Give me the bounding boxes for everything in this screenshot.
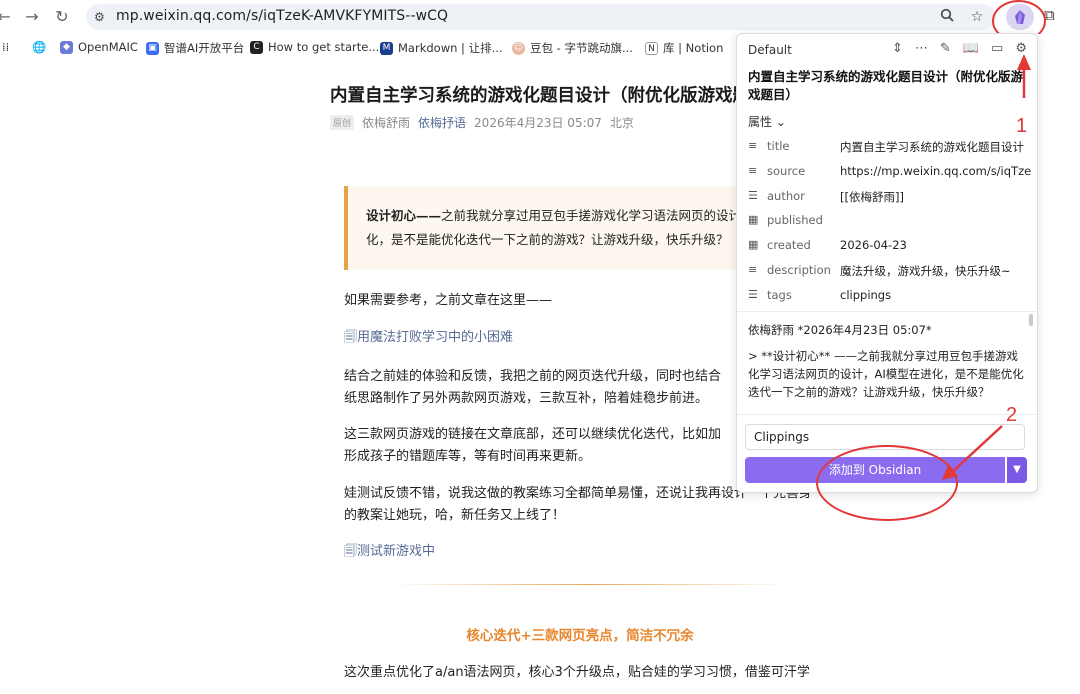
embed-icon[interactable]: ▭ — [991, 41, 1003, 56]
bookmark-label: 库 | Notion — [663, 41, 724, 55]
content-line: 依梅舒雨 *2026年4月23日 05:07* — [748, 323, 932, 337]
original-badge: 原创 — [330, 115, 355, 130]
content-line: > **设计初心** ——之前我就分享过用豆包手搓游戏化学习语法网页的设计，AI… — [748, 349, 1024, 399]
property-key: title — [767, 139, 790, 153]
openmaic-icon: ◆ — [60, 40, 73, 54]
publish-date: 2026年4月23日 05:07 — [474, 116, 602, 130]
address-bar[interactable]: ⚙ mp.weixin.qq.com/s/iqTzeK-AMVKFYMITS--… — [86, 4, 996, 30]
bookmark-label: OpenMAIC — [78, 40, 138, 54]
bookmark-doubao[interactable]: ☺ 豆包 - 字节跳动旗... — [512, 40, 633, 56]
location: 北京 — [609, 116, 634, 130]
property-value[interactable]: clippings — [840, 288, 1032, 302]
annotation-label-1: 1 — [1016, 115, 1028, 137]
section-heading: 核心迭代+三款网页亮点，简洁不冗余 — [466, 628, 694, 644]
template-switch-icon[interactable]: ⇕ — [892, 41, 903, 56]
property-value[interactable]: 魔法升级，游戏升级，快乐升级~ — [840, 263, 1032, 279]
globe-icon[interactable]: 🌐 — [32, 40, 46, 54]
bookmark-star-icon[interactable]: ☆ — [968, 8, 986, 26]
property-key: created — [767, 238, 811, 252]
bookmark-label: Markdown | 让排... — [398, 41, 503, 55]
divider — [737, 311, 1037, 312]
text-lines-icon: ≡ — [748, 164, 758, 177]
paragraph-line: 的教案让她玩，哈，新任务又上线了！ — [344, 508, 566, 523]
note-content[interactable]: 依梅舒雨 *2026年4月23日 05:07* > **设计初心** ——之前我… — [748, 321, 1024, 401]
reader-icon[interactable]: 📖 — [963, 41, 979, 56]
add-options-chevron-icon[interactable]: ▼ — [1007, 457, 1027, 483]
quote-text: 之前我就分享过用豆包手搓游戏化学习语法网页的设计， — [441, 208, 740, 223]
panel-toolbar: ⇕ ⋯ ✎ 📖 ▭ ⚙ — [892, 41, 1027, 56]
property-row-source[interactable]: ≡ source https://mp.weixin.qq.com/s/iqTz… — [748, 164, 1033, 186]
markdown-icon: M — [380, 41, 393, 55]
link-text[interactable]: 测试新游戏中 — [357, 544, 435, 559]
text-lines-icon: ≡ — [748, 139, 758, 152]
property-row-created[interactable]: ▦ created 2026-04-23 — [748, 238, 1033, 260]
text-lines-icon: ≡ — [748, 263, 758, 276]
paragraph: 这次重点优化了a/an语法网页，核心3个升级点，贴合娃的学习习惯，借鉴可汗学 — [344, 665, 810, 680]
forward-arrow-icon[interactable]: → — [22, 7, 42, 27]
bookmark-openmaic[interactable]: ◆ OpenMAIC — [60, 40, 138, 54]
browser-toolbar: ← → ↻ ⚙ mp.weixin.qq.com/s/iqTzeK-AMVKFY… — [0, 0, 1080, 34]
property-value[interactable]: 2026-04-23 — [840, 238, 1032, 252]
property-value[interactable]: 内置自主学习系统的游戏化题目设计 — [840, 139, 1032, 155]
doc-link-icon: 🗐 — [344, 330, 357, 345]
c-logo-icon: C — [250, 40, 263, 54]
notion-icon: N — [645, 41, 658, 55]
intro-quote: 设计初心——之前我就分享过用豆包手搓游戏化学习语法网页的设计， 化，是不是能优化… — [344, 186, 740, 270]
annotation-circle-2 — [816, 445, 958, 521]
article-link[interactable]: 🗐测试新游戏中 — [344, 541, 824, 563]
quote-text: 化，是不是能优化迭代一下之前的游戏？让游戏升级，快乐升级？ — [366, 232, 729, 247]
site-settings-icon[interactable]: ⚙ — [94, 9, 110, 25]
property-row-published[interactable]: ▦ published — [748, 213, 1033, 235]
doc-link-icon: 🗐 — [344, 544, 357, 559]
zoom-icon[interactable] — [938, 8, 956, 26]
doubao-icon: ☺ — [512, 41, 525, 55]
calendar-icon: ▦ — [748, 213, 759, 226]
property-key: source — [767, 164, 806, 178]
account-link[interactable]: 依梅抒语 — [418, 114, 466, 131]
bookmark-how-to[interactable]: C How to get starte... — [250, 40, 379, 54]
property-row-author[interactable]: ☰ author [[依梅舒雨]] — [748, 189, 1033, 211]
more-icon[interactable]: ⋯ — [915, 41, 928, 56]
note-title[interactable]: 内置自主学习系统的游戏化题目设计（附优化版游戏题目） — [748, 68, 1028, 104]
article-title: 内置自主学习系统的游戏化题目设计（附优化版游戏题 — [330, 86, 750, 106]
settings-icon[interactable]: ⚙ — [1015, 41, 1027, 56]
section-divider — [390, 584, 790, 585]
article-meta: 原创 依梅舒雨 依梅抒语 2026年4月23日 05:07 北京 — [330, 114, 634, 131]
bookmark-zhipu[interactable]: ▣ 智谱AI开放平台 — [146, 40, 244, 56]
template-selector[interactable]: Default — [748, 43, 792, 57]
annotation-label-2: 2 — [1006, 404, 1018, 426]
property-row-tags[interactable]: ☰ tags clippings — [748, 288, 1033, 310]
property-value[interactable]: [[依梅舒雨]] — [840, 189, 1032, 205]
chevron-down-icon: ⌄ — [775, 115, 786, 129]
author-name: 依梅舒雨 — [362, 116, 411, 130]
property-value[interactable]: https://mp.weixin.qq.com/s/iqTzeK-AI — [840, 164, 1032, 178]
property-key: tags — [767, 288, 792, 302]
scrollbar[interactable] — [1029, 314, 1033, 326]
bookmark-label: 智谱AI开放平台 — [164, 41, 245, 55]
property-key: author — [767, 189, 805, 203]
back-arrow-icon[interactable]: ← — [0, 7, 14, 27]
property-key: published — [767, 213, 823, 227]
reload-icon[interactable]: ↻ — [52, 7, 72, 27]
bookmark-label: How to get starte... — [268, 40, 380, 54]
property-key: description — [767, 263, 831, 277]
property-row-title[interactable]: ≡ title 内置自主学习系统的游戏化题目设计 — [748, 139, 1033, 161]
divider — [737, 414, 1037, 415]
list-icon: ☰ — [748, 189, 758, 202]
url-text[interactable]: mp.weixin.qq.com/s/iqTzeK-AMVKFYMITS--wC… — [116, 8, 448, 24]
quote-bold: 设计初心—— — [366, 208, 442, 223]
link-text[interactable]: 用魔法打败学习中的小困难 — [357, 330, 513, 345]
properties-toggle[interactable]: 属性 ⌄ — [748, 113, 786, 130]
highlighter-icon[interactable]: ✎ — [940, 41, 951, 56]
bookmark-notion[interactable]: N 库 | Notion — [645, 40, 723, 56]
calendar-icon: ▦ — [748, 238, 759, 251]
obsidian-clipper-panel: Default ⇕ ⋯ ✎ 📖 ▭ ⚙ 内置自主学习系统的游戏化题目设计（附优化… — [736, 33, 1038, 493]
property-row-description[interactable]: ≡ description 魔法升级，游戏升级，快乐升级~ — [748, 263, 1033, 285]
zhipu-icon: ▣ — [146, 41, 159, 55]
bookmark-markdown[interactable]: M Markdown | 让排... — [380, 40, 503, 56]
properties-label: 属性 — [748, 115, 773, 129]
list-icon: ☰ — [748, 288, 758, 301]
apps-grid-icon[interactable]: ⁞⁞ — [2, 40, 9, 54]
bookmark-label: 豆包 - 字节跳动旗... — [530, 41, 633, 55]
